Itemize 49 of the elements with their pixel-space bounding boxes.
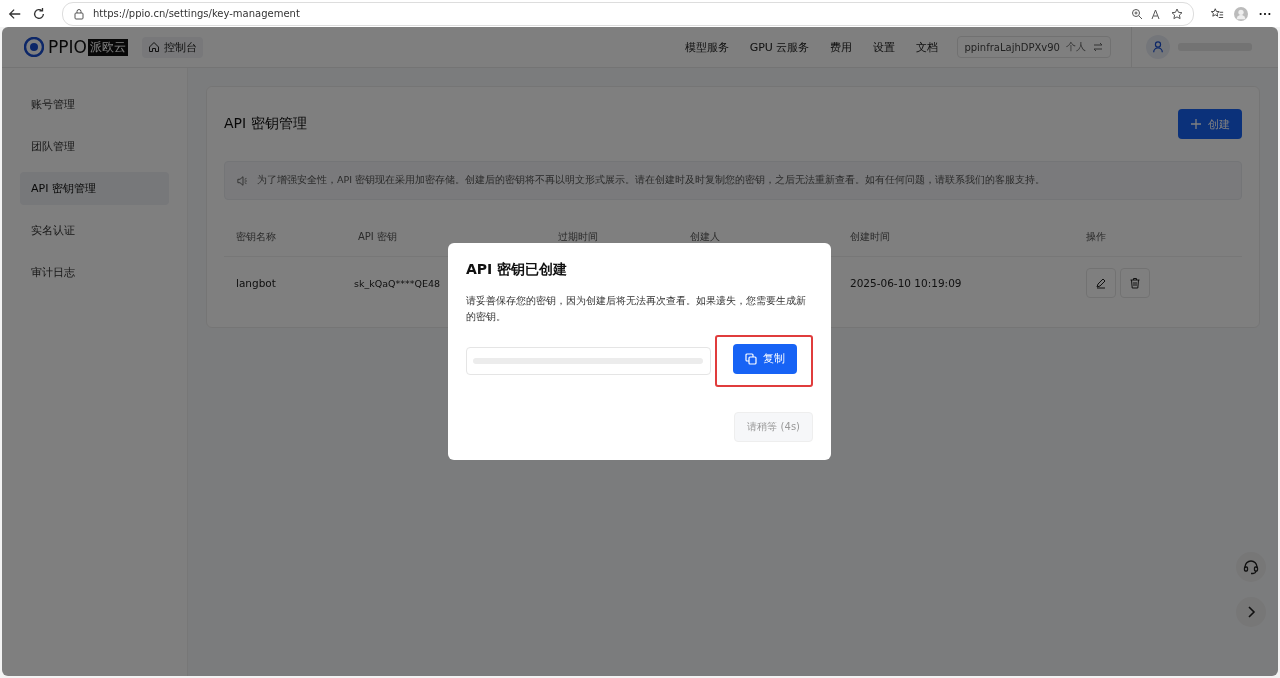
star-icon[interactable] [1171, 7, 1183, 20]
lock-icon [73, 7, 85, 20]
sidebar-item[interactable]: API 密钥管理 [20, 172, 169, 205]
copy-button[interactable]: 复制 [733, 344, 797, 374]
key-field[interactable] [466, 347, 711, 375]
column-header: API 密钥 [358, 230, 398, 244]
pencil-icon [1095, 277, 1107, 289]
sidebar-item[interactable]: 账号管理 [20, 88, 169, 121]
table-cell-text: sk_kQaQ****QE48 [354, 277, 442, 289]
back-icon[interactable] [8, 6, 22, 21]
column-header: 过期时间 [558, 230, 599, 244]
home-icon [147, 41, 160, 53]
user-avatar-icon[interactable] [1146, 35, 1170, 59]
plus-icon [1190, 118, 1202, 130]
nav-link[interactable]: GPU 云服务 [749, 39, 810, 55]
create-button[interactable]: 创建 [1178, 109, 1242, 139]
swap-icon [1092, 41, 1104, 53]
support-button[interactable] [1236, 552, 1266, 582]
column-header: 创建人 [690, 230, 721, 244]
sidebar-item[interactable]: 实名认证 [20, 214, 169, 247]
headset-icon [1243, 559, 1259, 575]
page-title: API 密钥管理 [224, 115, 307, 133]
next-button[interactable] [1236, 597, 1266, 627]
nav-link[interactable]: 费用 [830, 39, 853, 55]
copy-icon [745, 353, 757, 365]
console-button[interactable]: 控制台 [141, 36, 203, 58]
favorites-icon[interactable] [1210, 6, 1224, 21]
sidebar-item[interactable]: 审计日志 [20, 256, 169, 289]
address-bar[interactable]: https://ppio.cn/settings/key-management [62, 1, 1194, 26]
logo-icon [24, 37, 44, 57]
dialog-title: API 密钥已创建 [466, 261, 569, 279]
column-header: 创建时间 [850, 230, 891, 244]
column-header: 操作 [1086, 230, 1107, 244]
dialog-message: 请妥善保存您的密钥，因为创建后将无法再次查看。如果遗失，您需要生成新的密钥。 [466, 294, 807, 324]
zoom-icon[interactable] [1131, 7, 1143, 20]
nav-link[interactable]: 文档 [916, 39, 939, 55]
notice-text: 为了增强安全性，API 密钥现在采用加密存储。创建后的密钥将不再以明文形式展示。请在创建时及时复制您的密钥，之后无法重新查看。如有任何问题，请联系我们的客服支持。 [257, 174, 1046, 187]
nav-link[interactable]: 设置 [873, 39, 896, 55]
nav-link[interactable]: 模型服务 [684, 39, 729, 55]
column-header: 密钥名称 [236, 230, 277, 244]
speaker-icon [237, 174, 249, 187]
delete-button[interactable] [1120, 268, 1150, 298]
logo-badge: 派欧云 [87, 38, 128, 56]
table-cell-text: 2025-06-10 10:19:09 [850, 277, 963, 289]
sidebar-item[interactable]: 团队管理 [20, 130, 169, 163]
account-switcher[interactable]: ppinfraLajhDPXv90 个人 [957, 36, 1111, 58]
logo-text: PPIO [48, 37, 87, 57]
trash-icon [1129, 277, 1141, 289]
reload-icon[interactable] [32, 6, 46, 21]
